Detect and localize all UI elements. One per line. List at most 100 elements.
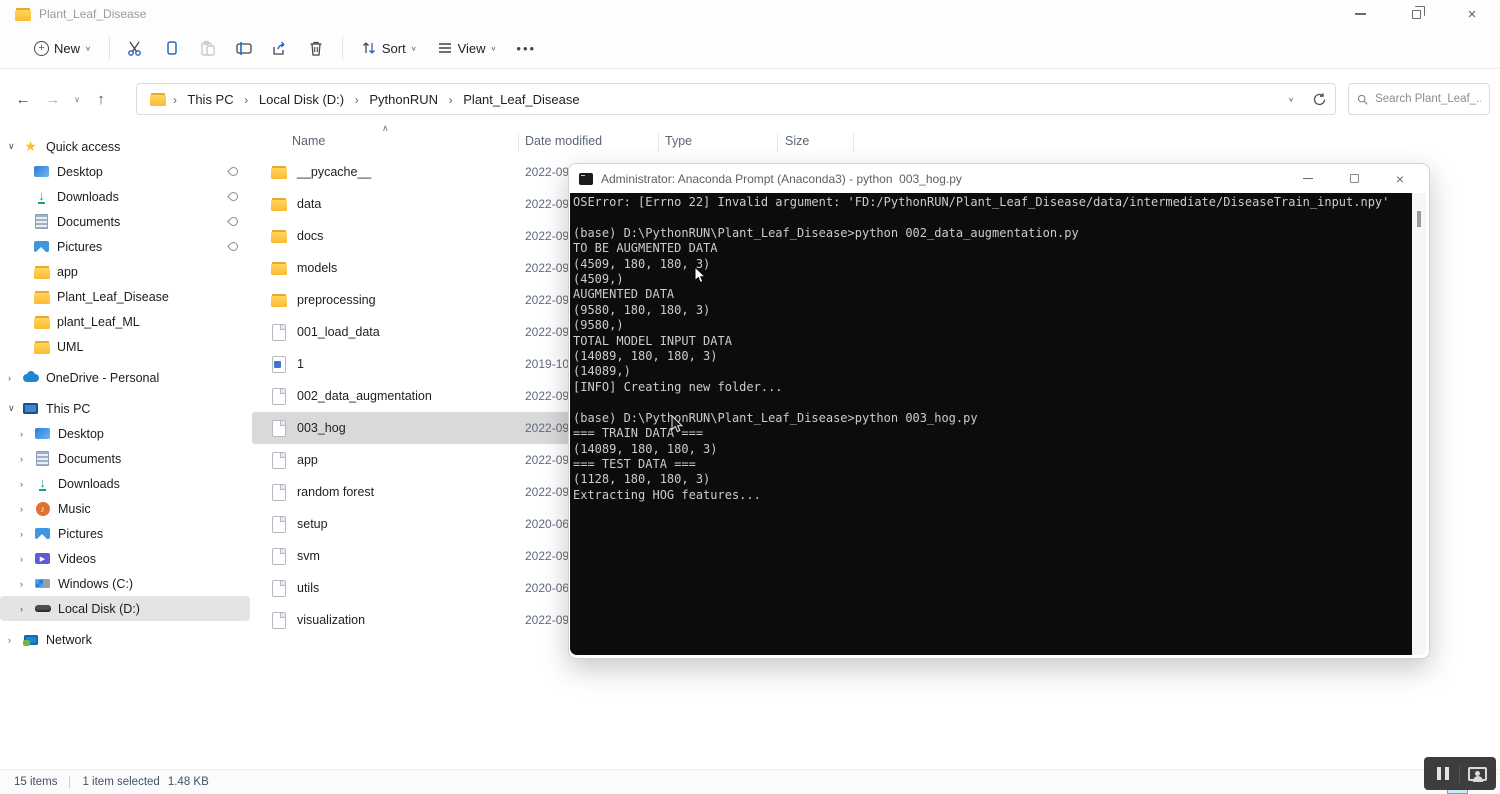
terminal-output-line: === TRAIN DATA === (573, 426, 1412, 441)
music-icon (34, 501, 51, 517)
sidebar-item-label: Desktop (58, 427, 104, 441)
sidebar-item[interactable]: Documents (0, 209, 252, 234)
breadcrumb: › This PC › Local Disk (D:) › PythonRUN … (166, 92, 580, 107)
expander-icon[interactable]: ∨ (8, 141, 22, 152)
terminal-minimize-button[interactable] (1285, 164, 1331, 193)
expander-icon[interactable]: › (20, 604, 34, 614)
breadcrumb-item[interactable]: This PC (187, 92, 233, 107)
search-box[interactable] (1348, 83, 1490, 115)
restore-button[interactable] (1388, 0, 1444, 28)
recent-locations-button[interactable]: ∨ (68, 84, 86, 114)
sidebar-item-label: Network (46, 633, 92, 647)
column-divider[interactable] (518, 133, 519, 152)
expander-icon[interactable]: › (20, 579, 34, 589)
expander-icon[interactable]: › (20, 454, 34, 464)
expander-icon[interactable]: › (20, 504, 34, 514)
column-header-date-modified[interactable]: Date modified (525, 134, 602, 148)
column-divider[interactable] (777, 133, 778, 152)
window-title: Plant_Leaf_Disease (39, 7, 146, 21)
sidebar-item[interactable]: plant_Leaf_ML (0, 309, 252, 334)
sidebar-item[interactable]: › Pictures (0, 521, 252, 546)
copy-button[interactable] (154, 32, 190, 64)
sidebar-item[interactable]: UML (0, 334, 252, 359)
breadcrumb-item[interactable]: PythonRUN (369, 92, 438, 107)
expander-icon[interactable]: › (8, 635, 22, 645)
search-input[interactable] (1375, 93, 1481, 105)
column-divider[interactable] (853, 133, 854, 152)
back-button[interactable]: ← (8, 84, 38, 114)
sidebar-item[interactable]: › Network (0, 627, 252, 652)
sidebar-item[interactable]: app (0, 259, 252, 284)
folder-icon (33, 314, 50, 330)
scrollbar-thumb[interactable] (1417, 211, 1421, 227)
new-button[interactable]: + New ∨ (24, 41, 101, 56)
terminal-body[interactable]: OSError: [Errno 22] Invalid argument: 'F… (570, 193, 1412, 655)
column-header-name[interactable]: Name (292, 134, 325, 148)
cut-button[interactable] (118, 32, 154, 64)
terminal-scrollbar[interactable] (1412, 193, 1426, 655)
breadcrumb-item[interactable]: Plant_Leaf_Disease (463, 92, 579, 107)
sort-icon (361, 40, 377, 56)
refresh-icon[interactable] (1312, 92, 1327, 107)
sidebar-item[interactable]: Downloads (0, 184, 252, 209)
more-button[interactable]: ••• (506, 41, 546, 56)
file-date-modified: 2022-09 (525, 165, 569, 179)
sort-ascending-icon: ∧ (382, 123, 389, 134)
column-divider[interactable] (658, 133, 659, 152)
expander-icon[interactable]: ∨ (8, 403, 22, 414)
pause-icon[interactable] (1437, 767, 1449, 780)
close-button[interactable]: × (1444, 0, 1500, 28)
sidebar-item[interactable]: › Documents (0, 446, 252, 471)
status-divider (69, 776, 70, 788)
sidebar-item[interactable]: Plant_Leaf_Disease (0, 284, 252, 309)
expander-icon[interactable]: › (8, 373, 22, 383)
file-name: models (297, 261, 337, 275)
sidebar-item[interactable]: ∨ This PC (0, 396, 252, 421)
sidebar-item-label: Pictures (57, 240, 102, 254)
breadcrumb-chevron-icon: › (173, 93, 177, 107)
file-name: docs (297, 229, 323, 243)
terminal-title: Administrator: Anaconda Prompt (Anaconda… (601, 172, 962, 186)
sort-button[interactable]: Sort ∨ (351, 40, 427, 56)
sidebar-item[interactable]: ∨ Quick access (0, 134, 252, 159)
sidebar-item[interactable]: › Local Disk (D:) (0, 596, 250, 621)
terminal-titlebar[interactable]: Administrator: Anaconda Prompt (Anaconda… (569, 164, 1429, 193)
sort-button-label: Sort (382, 41, 406, 56)
sidebar-item[interactable]: › Downloads (0, 471, 252, 496)
minimize-button[interactable] (1332, 0, 1388, 28)
sidebar-tree: ∨ Quick access Desktop Downloads Documen… (0, 134, 252, 652)
address-bar[interactable]: › This PC › Local Disk (D:) › PythonRUN … (136, 83, 1336, 115)
rename-button[interactable] (226, 32, 262, 64)
column-header-size[interactable]: Size (785, 134, 809, 148)
file-date-modified: 2022-09 (525, 261, 569, 275)
sidebar-item[interactable]: Pictures (0, 234, 252, 259)
breadcrumb-item[interactable]: Local Disk (D:) (259, 92, 344, 107)
sidebar-item[interactable]: › OneDrive - Personal (0, 365, 252, 390)
address-dropdown-icon[interactable]: ∨ (1288, 95, 1294, 102)
expander-icon[interactable]: › (20, 429, 34, 439)
screen-recorder-overlay[interactable] (1424, 757, 1496, 790)
paste-button[interactable] (190, 32, 226, 64)
up-button[interactable]: ↑ (86, 84, 116, 114)
folder-icon (33, 264, 50, 280)
terminal-maximize-button[interactable] (1331, 164, 1377, 193)
webcam-icon[interactable] (1468, 767, 1487, 781)
share-button[interactable] (262, 32, 298, 64)
sidebar-item-label: plant_Leaf_ML (57, 315, 140, 329)
star-icon (22, 139, 39, 155)
sidebar-item[interactable]: › Desktop (0, 421, 252, 446)
sidebar-item[interactable]: Desktop (0, 159, 252, 184)
column-header-type[interactable]: Type (665, 134, 692, 148)
sidebar-item[interactable]: › Windows (C:) (0, 571, 252, 596)
sidebar-item[interactable]: › Music (0, 496, 252, 521)
expander-icon[interactable]: › (20, 479, 34, 489)
image-file-icon (270, 356, 287, 372)
view-button[interactable]: View ∨ (427, 40, 507, 56)
forward-button[interactable]: → (38, 84, 68, 114)
sidebar-item[interactable]: › Videos (0, 546, 252, 571)
delete-button[interactable] (298, 32, 334, 64)
expander-icon[interactable]: › (20, 554, 34, 564)
terminal-close-button[interactable]: × (1377, 164, 1423, 193)
expander-icon[interactable]: › (20, 529, 34, 539)
anaconda-prompt-window[interactable]: Administrator: Anaconda Prompt (Anaconda… (568, 163, 1430, 659)
